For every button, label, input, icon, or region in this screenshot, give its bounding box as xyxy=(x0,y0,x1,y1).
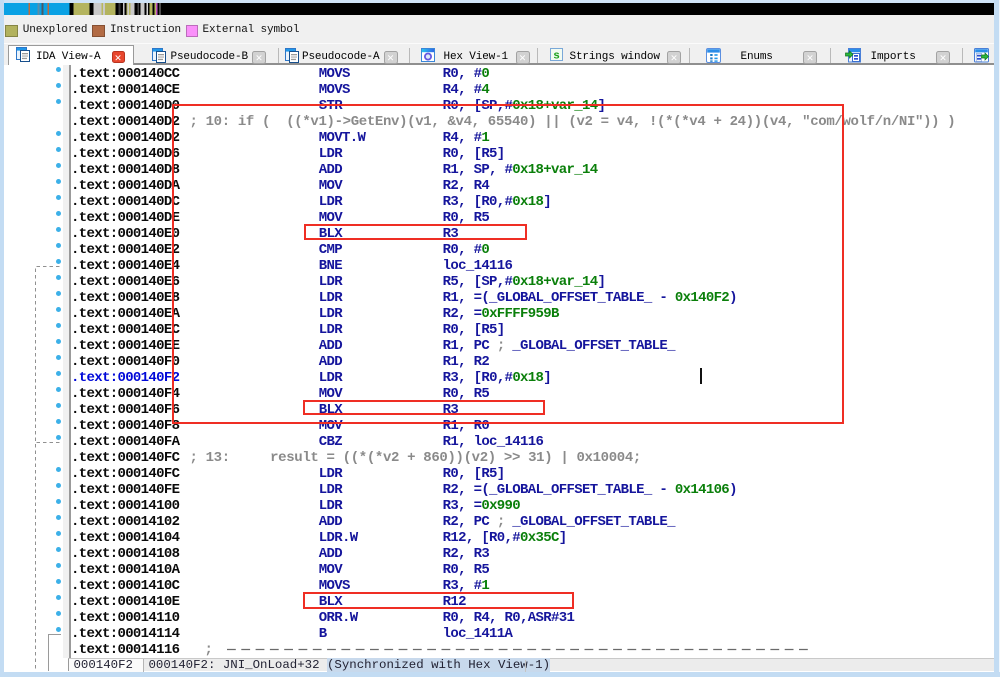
svg-text:s: s xyxy=(553,50,559,62)
